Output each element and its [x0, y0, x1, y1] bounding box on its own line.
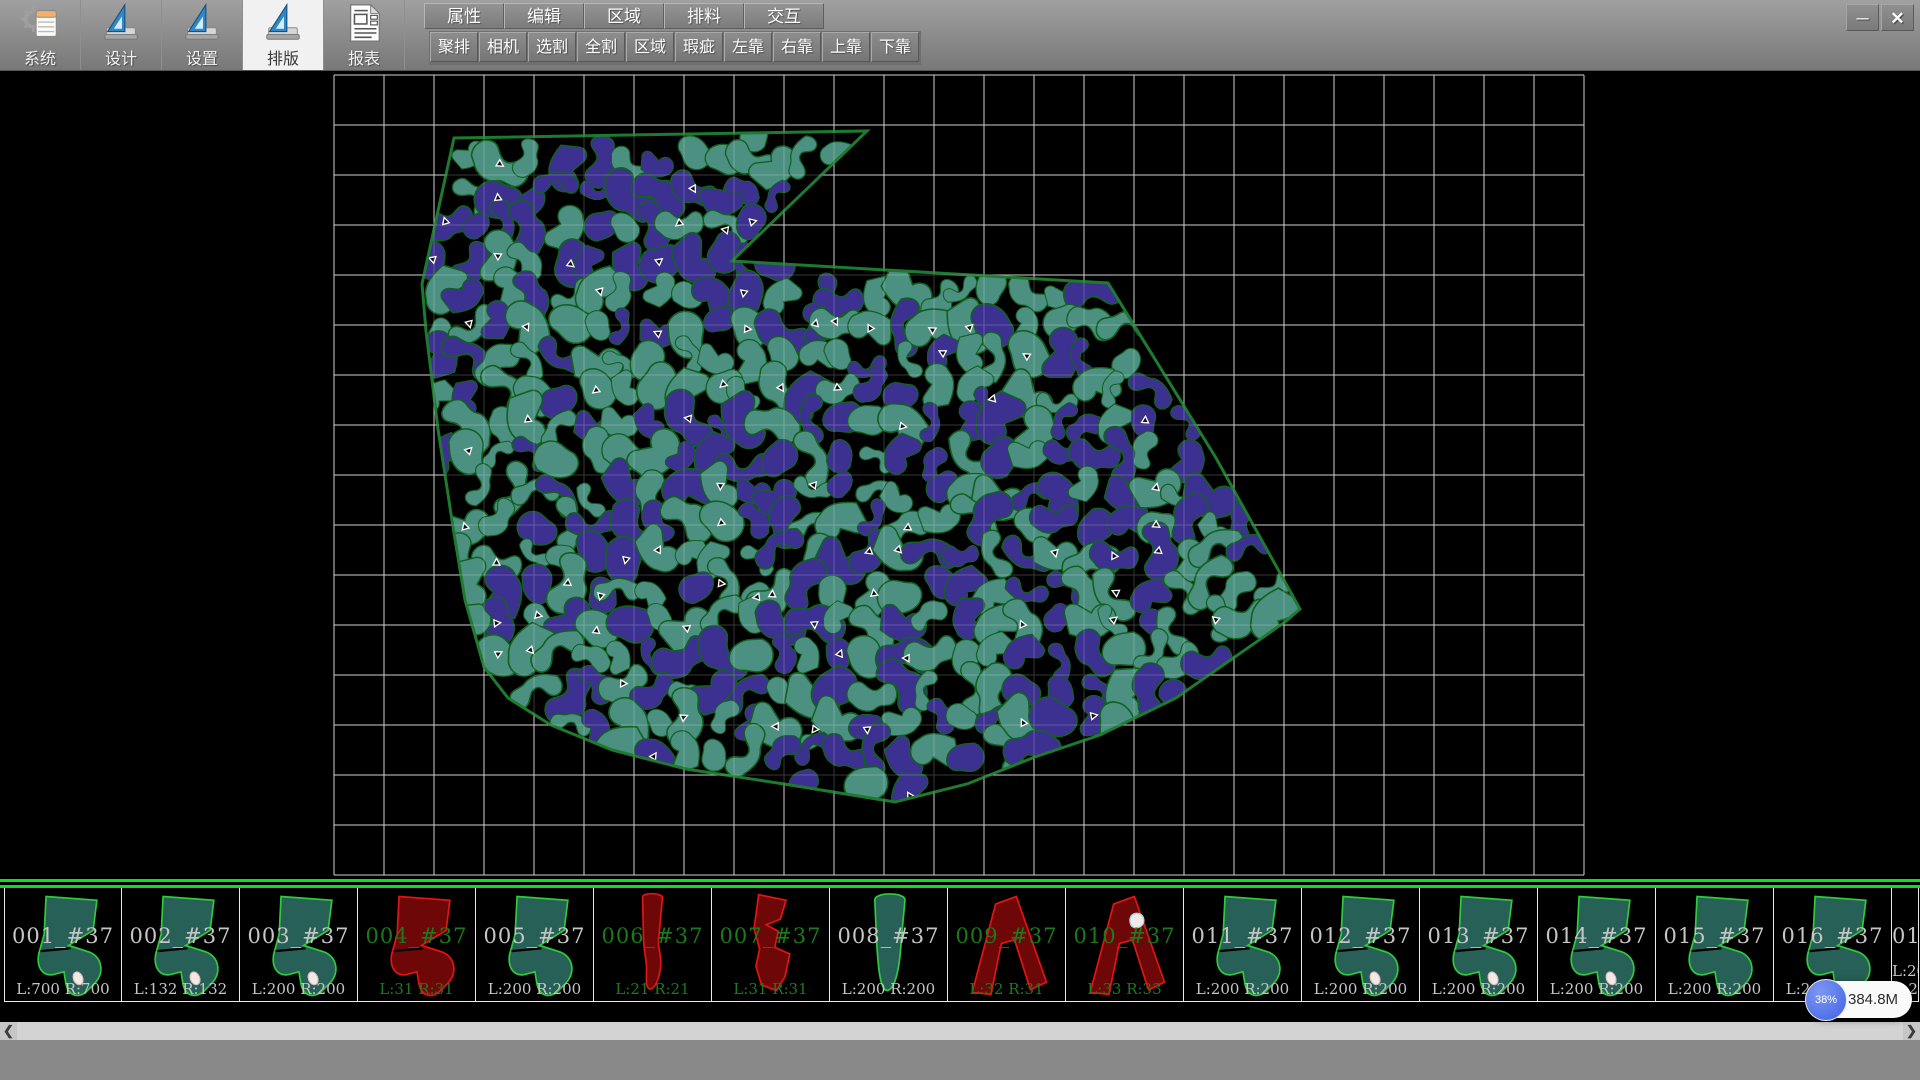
piece-lr-count-label: L:31 R:31: [712, 980, 829, 998]
piece-thumbnail-9[interactable]: 009_#37 L:32 R:31: [948, 888, 1066, 1002]
piece-filmstrip: 001_#37L:700 R:700002_#37L:132 R:132003_…: [0, 879, 1920, 1022]
mode-tab-2[interactable]: 设计: [81, 0, 162, 70]
piece-id-label: 014_#37: [1538, 924, 1655, 948]
piece-id-label: 017_#37: [1892, 924, 1918, 948]
settings-ruler-icon: [181, 2, 223, 44]
piece-thumbnail-3[interactable]: 003_#37 L:200 R:200: [240, 888, 358, 1002]
piece-id-label: 016_#37: [1774, 924, 1891, 948]
piece-id-label: 002_#37: [122, 924, 239, 948]
mode-tab-1[interactable]: 系统: [0, 0, 81, 70]
piece-lr-count-label: L:132 R:132: [122, 980, 239, 998]
tool-button-4[interactable]: 全割: [577, 32, 625, 62]
piece-thumbnail-7[interactable]: 007_#37 L:31 R:31: [712, 888, 830, 1002]
piece-thumbnail-11[interactable]: 011_#37 L:200 R:200: [1184, 888, 1302, 1002]
piece-id-label: 013_#37: [1420, 924, 1537, 948]
tool-row: 聚排相机选割全割区域瑕疵左靠右靠上靠下靠: [429, 31, 921, 65]
piece-id-label: 007_#37: [712, 924, 829, 948]
piece-thumbnail-8[interactable]: 008_#37 L:200 R:200: [830, 888, 948, 1002]
piece-thumbnail-10[interactable]: 010_#37 L:33 R:33: [1066, 888, 1184, 1002]
design-ruler-icon: [100, 2, 142, 44]
menu-button-3[interactable]: 区域: [584, 3, 664, 29]
piece-thumbnail-6[interactable]: 006_#37 L:21 R:21: [594, 888, 712, 1002]
mode-tab-4[interactable]: 排版: [243, 0, 324, 70]
nesting-ruler-icon: [262, 2, 304, 44]
tool-button-5[interactable]: 区域: [626, 32, 674, 62]
minimize-button[interactable]: ─: [1846, 4, 1879, 31]
piece-id-label: 009_#37: [948, 924, 1065, 948]
toolbar: 系统设计设置排版报表 属性编辑区域排料交互 聚排相机选割全割区域瑕疵左靠右靠上靠…: [0, 0, 1920, 71]
piece-lr-count-label: L:200 R:200: [1184, 980, 1301, 998]
menu-button-2[interactable]: 编辑: [504, 3, 584, 29]
report-icon: [343, 2, 385, 44]
piece-thumbnail-1[interactable]: 001_#37 L:700 R:700: [4, 888, 122, 1002]
piece-thumbnail-12[interactable]: 012_#37 L:200 R:200: [1302, 888, 1420, 1002]
menu-button-4[interactable]: 排料: [664, 3, 744, 29]
mode-tab-label: 报表: [348, 45, 380, 69]
scroll-left-arrow-icon[interactable]: ❮: [0, 1022, 17, 1040]
piece-id-label: 005_#37: [476, 924, 593, 948]
progress-circle: 38%: [1805, 979, 1847, 1021]
piece-lr-count-label: L:200 R:200: [830, 980, 947, 998]
window-controls: ─ ✕: [1846, 4, 1914, 31]
piece-id-label: 001_#37: [5, 924, 121, 948]
tool-button-2[interactable]: 相机: [479, 32, 527, 62]
system-gear-icon: [19, 2, 61, 44]
close-button[interactable]: ✕: [1881, 4, 1914, 31]
mode-tab-5[interactable]: 报表: [324, 0, 405, 70]
menu-row: 属性编辑区域排料交互: [424, 3, 824, 29]
tool-button-10[interactable]: 下靠: [871, 32, 919, 62]
piece-id-label: 010_#37: [1066, 924, 1183, 948]
strip-separator-line: [0, 879, 1920, 882]
piece-lr-count-label: L:21 R:21: [594, 980, 711, 998]
mode-tabs: 系统 设计 设置 排版 报表: [0, 0, 405, 70]
piece-id-label: 015_#37: [1656, 924, 1773, 948]
piece-id-label: 011_#37: [1184, 924, 1301, 948]
piece-thumbnail-2[interactable]: 002_#37 L:132 R:132: [122, 888, 240, 1002]
piece-thumbnail-14[interactable]: 014_#37 L:200 R:200: [1538, 888, 1656, 1002]
mode-tab-label: 设计: [105, 45, 137, 69]
piece-lr-count-label: L:700 R:700: [5, 980, 121, 998]
mode-tab-label: 系统: [24, 45, 56, 69]
menu-button-5[interactable]: 交互: [744, 3, 824, 29]
piece-id-label: 008_#37: [830, 924, 947, 948]
piece-id-label: 003_#37: [240, 924, 357, 948]
piece-thumbnail-15[interactable]: 015_#37 L:200 R:200: [1656, 888, 1774, 1002]
piece-lr-count-label: L:32 R:31: [948, 980, 1065, 998]
scroll-right-arrow-icon[interactable]: ❯: [1903, 1022, 1920, 1040]
tool-button-7[interactable]: 左靠: [724, 32, 772, 62]
piece-id-label: 006_#37: [594, 924, 711, 948]
piece-thumbnail-5[interactable]: 005_#37 L:200 R:200: [476, 888, 594, 1002]
piece-lr-count-label: L:200 R:200: [240, 980, 357, 998]
piece-lr-count-label: L:200 R:200: [1420, 980, 1537, 998]
piece-thumbnail-4[interactable]: 004_#37 L:31 R:31: [358, 888, 476, 1002]
piece-id-label: 012_#37: [1302, 924, 1419, 948]
piece-lr-count-label: L:200 R:200: [1656, 980, 1773, 998]
piece-lr-count-label: L:33 R:33: [1066, 980, 1183, 998]
piece-lr-count-label: L:200 R:200: [476, 980, 593, 998]
nesting-app-window: 系统设计设置排版报表 属性编辑区域排料交互 聚排相机选割全割区域瑕疵左靠右靠上靠…: [0, 0, 1920, 1080]
download-progress-badge[interactable]: 38% 384.8M: [1806, 981, 1912, 1018]
mode-tab-3[interactable]: 设置: [162, 0, 243, 70]
tool-button-1[interactable]: 聚排: [430, 32, 478, 62]
progress-size-label: 384.8M: [1848, 991, 1898, 1008]
mode-tab-label: 排版: [267, 45, 299, 69]
tool-button-9[interactable]: 上靠: [822, 32, 870, 62]
piece-lr-count-label: L:31 R:31: [358, 980, 475, 998]
mode-tab-label: 设置: [186, 45, 218, 69]
bottom-bar: [0, 1040, 1920, 1080]
tool-button-8[interactable]: 右靠: [773, 32, 821, 62]
piece-list: 001_#37L:700 R:700002_#37L:132 R:132003_…: [4, 888, 1919, 1003]
piece-lr-count-label: L:200 R:200: [1302, 980, 1419, 998]
piece-id-label: 004_#37: [358, 924, 475, 948]
piece-thumbnail-13[interactable]: 013_#37 L:200 R:200: [1420, 888, 1538, 1002]
tool-button-3[interactable]: 选割: [528, 32, 576, 62]
tool-button-6[interactable]: 瑕疵: [675, 32, 723, 62]
horizontal-scrollbar[interactable]: ❮ ❯: [0, 1022, 1920, 1040]
menu-button-1[interactable]: 属性: [424, 3, 504, 29]
piece-lr-count-label: L:200 R:200: [1538, 980, 1655, 998]
